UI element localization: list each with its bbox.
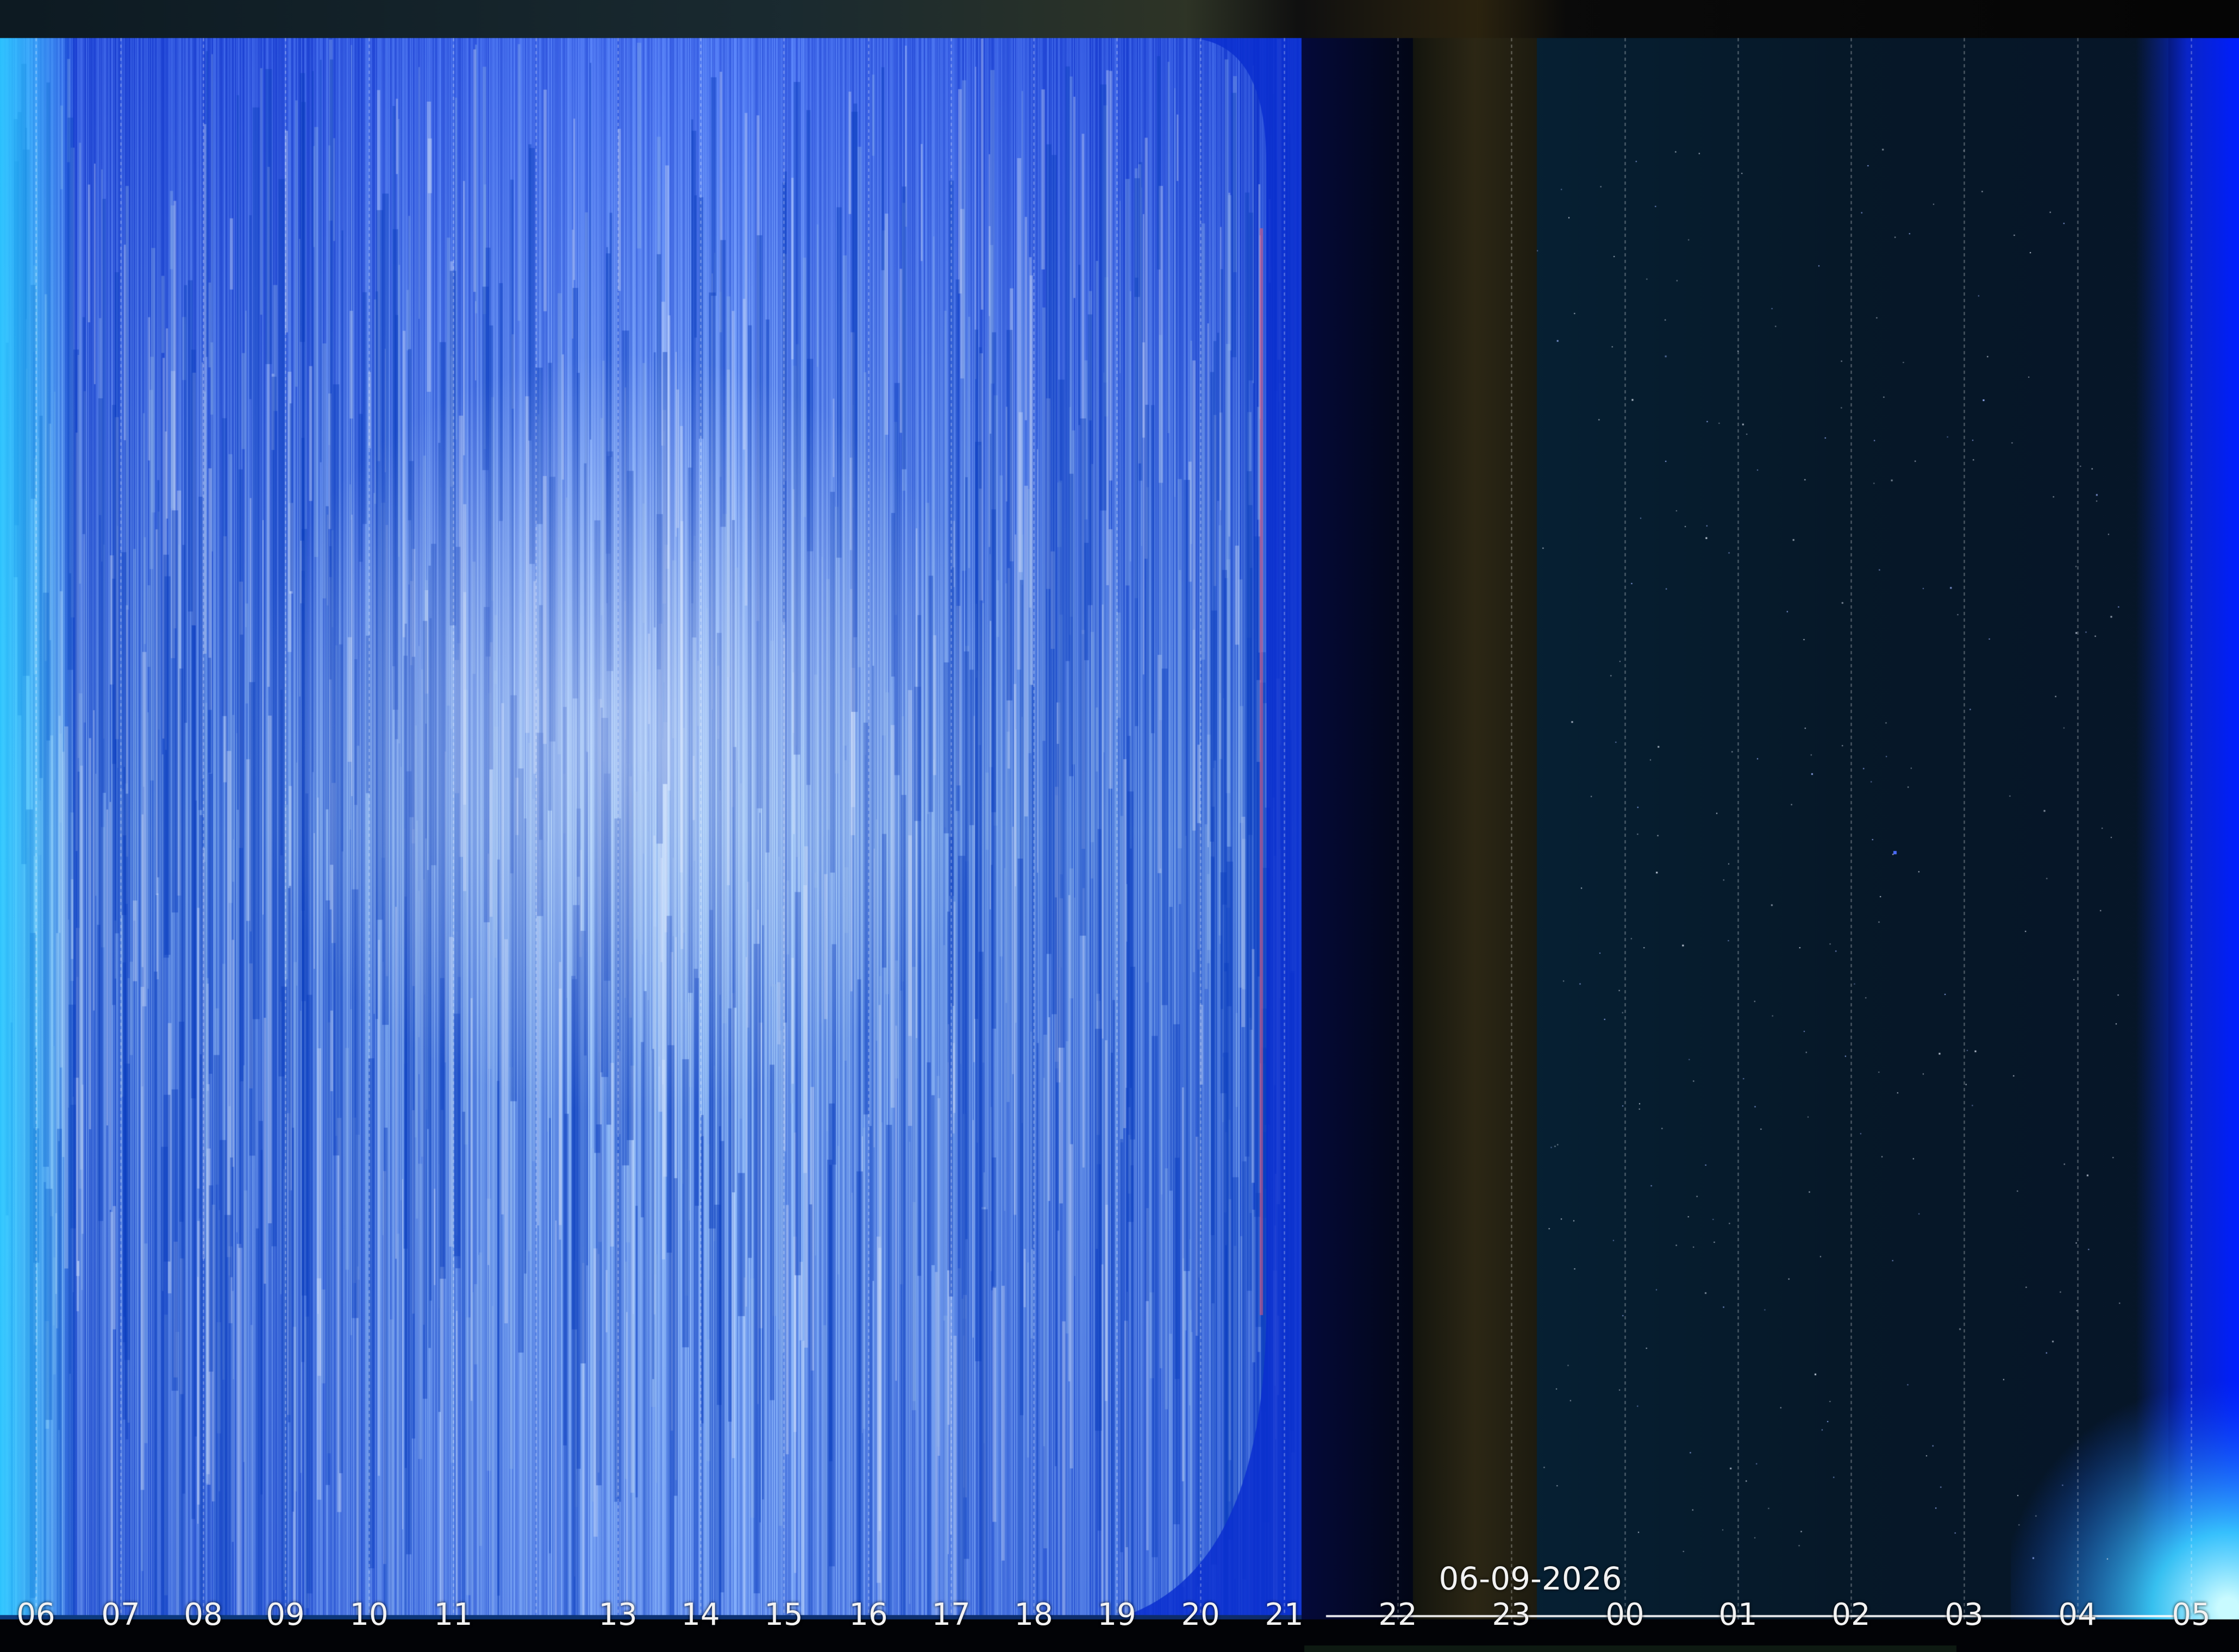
hour-label-10: 10 <box>349 1597 389 1632</box>
hour-label-07: 07 <box>101 1597 140 1632</box>
hour-label-20: 20 <box>1181 1597 1220 1632</box>
hour-label-09: 09 <box>266 1597 305 1632</box>
hour-label-19: 19 <box>1097 1597 1136 1632</box>
hour-label-03: 03 <box>1944 1597 1984 1632</box>
hour-label-11: 11 <box>434 1597 473 1632</box>
hour-label-13: 13 <box>598 1597 637 1632</box>
hour-label-02: 02 <box>1831 1597 1871 1632</box>
hour-label-05: 05 <box>2172 1597 2211 1632</box>
hour-label-14: 14 <box>681 1597 720 1632</box>
hour-label-08: 08 <box>184 1597 223 1632</box>
hour-label-21: 21 <box>1265 1597 1304 1632</box>
hour-label-15: 15 <box>764 1597 803 1632</box>
hour-label-06: 06 <box>16 1597 55 1632</box>
hour-label-22: 22 <box>1378 1597 1417 1632</box>
hour-label-17: 17 <box>931 1597 971 1632</box>
date-label: 06-09-2026 <box>1439 1560 1622 1597</box>
hour-label-04: 04 <box>2058 1597 2097 1632</box>
hour-label-16: 16 <box>849 1597 888 1632</box>
hour-label-18: 18 <box>1014 1597 1053 1632</box>
hour-label-01: 01 <box>1718 1597 1758 1632</box>
hour-label-00: 00 <box>1605 1597 1644 1632</box>
keogram-image <box>0 0 2239 1652</box>
hour-label-23: 23 <box>1492 1597 1531 1632</box>
